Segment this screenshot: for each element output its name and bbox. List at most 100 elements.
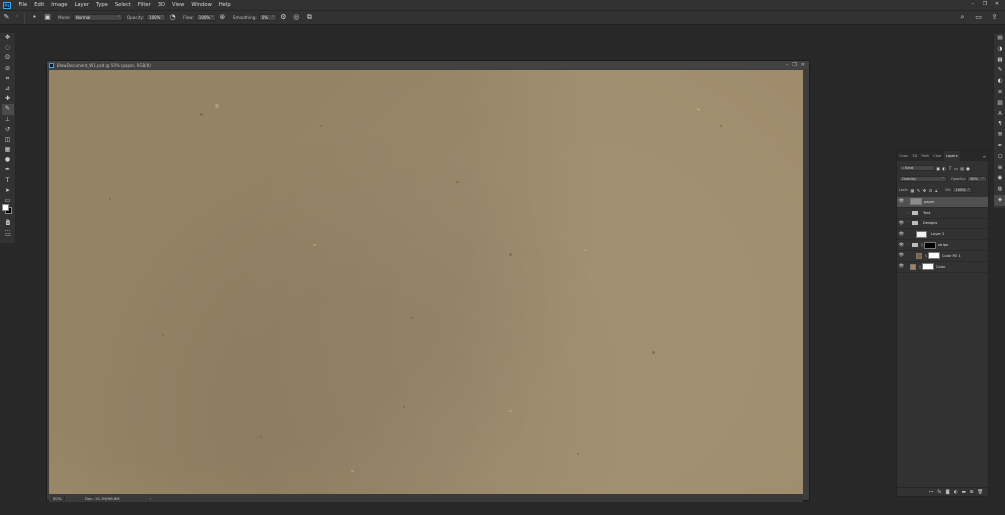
menu-image[interactable]: Image xyxy=(48,0,71,10)
channels-icon[interactable]: ◍ xyxy=(994,184,1005,195)
panel-menu-icon[interactable]: ≡ xyxy=(983,154,988,159)
new-group-icon[interactable]: ▬ xyxy=(962,490,966,495)
share-icon[interactable]: ⇪ xyxy=(990,13,999,22)
swatches-icon[interactable]: ▦ xyxy=(994,55,1005,66)
lasso-tool-icon[interactable]: ʘ xyxy=(2,53,14,63)
healing-tool-icon[interactable]: ✚ xyxy=(2,94,14,104)
blend-mode-select[interactable]: Overlay ˅ xyxy=(899,176,947,182)
close-icon[interactable]: ✕ xyxy=(991,0,1003,10)
chevron-down-icon[interactable]: ˅ xyxy=(906,243,910,247)
gradient-tool-icon[interactable]: ▦ xyxy=(2,145,14,155)
layer-row-paper[interactable]: 👁︎ paper xyxy=(897,197,988,208)
add-mask-icon[interactable]: ◙ xyxy=(945,490,949,495)
smoothing-field[interactable]: 0% ˅ xyxy=(258,14,277,21)
layers-icon[interactable]: ◈ xyxy=(994,194,1005,206)
type-tool-icon[interactable]: T xyxy=(2,176,14,186)
chevron-down-icon[interactable]: ˅ xyxy=(906,221,910,225)
adjustments-icon[interactable]: ◐ xyxy=(994,76,1005,87)
brush-preset-icon[interactable]: ✎ xyxy=(2,13,11,22)
minimize-icon[interactable]: – xyxy=(967,0,979,10)
menu-select[interactable]: Select xyxy=(111,0,134,10)
glyphs-icon[interactable]: ⊕ xyxy=(994,163,1005,174)
opacity-field[interactable]: 100% ˅ xyxy=(146,14,167,21)
search-icon[interactable]: ⌕ xyxy=(958,13,967,22)
menu-help[interactable]: Help xyxy=(215,0,234,10)
brush-tool-icon[interactable]: ✎ xyxy=(1,104,14,115)
quick-select-tool-icon[interactable]: ⊘ xyxy=(2,64,14,74)
menu-type[interactable]: Type xyxy=(92,0,111,10)
visibility-eye-icon[interactable]: 👁︎ xyxy=(897,264,906,269)
marquee-tool-icon[interactable]: ◌ xyxy=(2,43,14,53)
flow-field[interactable]: 100% ˅ xyxy=(195,14,216,21)
move-tool-icon[interactable]: ✥ xyxy=(2,33,14,43)
restore-icon[interactable]: ❐ xyxy=(979,0,991,10)
airbrush-icon[interactable]: ⊛ xyxy=(218,13,227,22)
menu-3d[interactable]: 3D xyxy=(154,0,168,10)
layer-row-designs[interactable]: 👁︎ ˅ Designs xyxy=(897,219,988,230)
kind-filter-select[interactable]: ⌕ Kind xyxy=(899,165,935,171)
brush-size-icon[interactable]: • xyxy=(30,13,39,22)
crop-tool-icon[interactable]: ⌗ xyxy=(2,74,14,84)
document-canvas[interactable] xyxy=(49,70,803,495)
color-icon[interactable]: ◑ xyxy=(994,44,1005,55)
clone-stamp-tool-icon[interactable]: ⊥ xyxy=(2,115,14,125)
menu-view[interactable]: View xyxy=(169,0,188,10)
libraries-icon[interactable]: ◉ xyxy=(994,173,1005,184)
paths-icon[interactable]: ✒ xyxy=(994,141,1005,152)
screen-mode-icon[interactable]: ▭ xyxy=(2,230,14,240)
layer-row-layer-2[interactable]: 👁︎ Layer 2 xyxy=(897,229,988,241)
chevron-right-icon[interactable]: › xyxy=(150,496,152,501)
history-icon[interactable]: ▤ xyxy=(994,33,1005,44)
menu-filter[interactable]: Filter xyxy=(134,0,154,10)
mode-select[interactable]: Normal ˅ xyxy=(72,14,123,21)
visibility-eye-icon[interactable]: 👁︎ xyxy=(897,253,906,258)
tab-3d[interactable]: 3D xyxy=(910,151,919,161)
pressure-size-icon[interactable]: ◎ xyxy=(292,13,301,22)
3d-icon[interactable]: ⬡ xyxy=(994,152,1005,163)
brush-settings-icon[interactable]: ▣ xyxy=(43,13,52,22)
filter-toggle-icon[interactable]: ● xyxy=(965,166,971,171)
visibility-eye-icon[interactable]: 👁︎ xyxy=(897,243,906,248)
layer-row-color[interactable]: 👁︎ § Color xyxy=(897,262,988,273)
workspace-icon[interactable]: ▭ xyxy=(974,13,983,22)
pen-tool-icon[interactable]: ✒ xyxy=(2,165,14,175)
layer-row-stripe[interactable]: 👁︎ ˅ § stripe xyxy=(897,240,988,251)
layer-style-icon[interactable]: fx xyxy=(937,490,941,495)
visibility-eye-icon[interactable]: 👁︎ xyxy=(897,221,906,226)
gear-icon[interactable]: ⚙ xyxy=(279,13,288,22)
layer-row-color-fill-1[interactable]: 👁︎ § Color Fill 1 xyxy=(897,251,988,262)
close-icon[interactable]: ✕ xyxy=(801,61,805,69)
zoom-level[interactable]: 50% xyxy=(49,495,65,501)
history-brush-tool-icon[interactable]: ↺ xyxy=(2,125,14,135)
trash-icon[interactable]: 🗑︎ xyxy=(977,490,983,495)
adjustment-layer-icon[interactable]: ◐ xyxy=(954,490,958,495)
symmetry-icon[interactable]: ⧉ xyxy=(305,13,314,22)
new-layer-icon[interactable]: ⊞ xyxy=(970,490,974,495)
minimize-icon[interactable]: – xyxy=(786,61,789,69)
quick-mask-icon[interactable]: ◘ xyxy=(2,219,14,229)
foreground-color-swatch[interactable] xyxy=(2,204,9,211)
paragraph-icon[interactable]: ¶ xyxy=(994,119,1005,130)
path-select-tool-icon[interactable]: ➤ xyxy=(2,186,14,196)
layer-row-text[interactable]: › Text xyxy=(897,208,988,219)
link-layers-icon[interactable]: ⊶ xyxy=(929,490,933,495)
tab-layers[interactable]: Layers xyxy=(943,151,960,161)
document-title-bar[interactable]: BlowDocument_W1.psd @ 50% (paper, RGB/8)… xyxy=(47,61,809,69)
menu-file[interactable]: File xyxy=(15,0,31,10)
menu-edit[interactable]: Edit xyxy=(31,0,48,10)
tab-character[interactable]: Char xyxy=(931,151,943,161)
menu-window[interactable]: Window xyxy=(188,0,215,10)
lock-all-icon[interactable]: 🔒︎ xyxy=(933,188,939,193)
tab-paths[interactable]: Path xyxy=(919,151,931,161)
character-icon[interactable]: A xyxy=(994,109,1005,120)
menu-layer[interactable]: Layer xyxy=(71,0,92,10)
chevron-right-icon[interactable]: › xyxy=(906,211,910,215)
visibility-eye-icon[interactable]: 👁︎ xyxy=(897,199,906,204)
eraser-tool-icon[interactable]: ◫ xyxy=(2,135,14,145)
restore-icon[interactable]: ❐ xyxy=(792,61,796,69)
tab-channels[interactable]: Chan xyxy=(897,151,910,161)
layer-opacity-field[interactable]: 30% ˅ xyxy=(966,176,987,182)
chevron-down-icon[interactable]: ˅ xyxy=(15,13,19,22)
styles-icon[interactable]: ▧ xyxy=(994,98,1005,109)
visibility-eye-icon[interactable]: 👁︎ xyxy=(897,232,906,237)
